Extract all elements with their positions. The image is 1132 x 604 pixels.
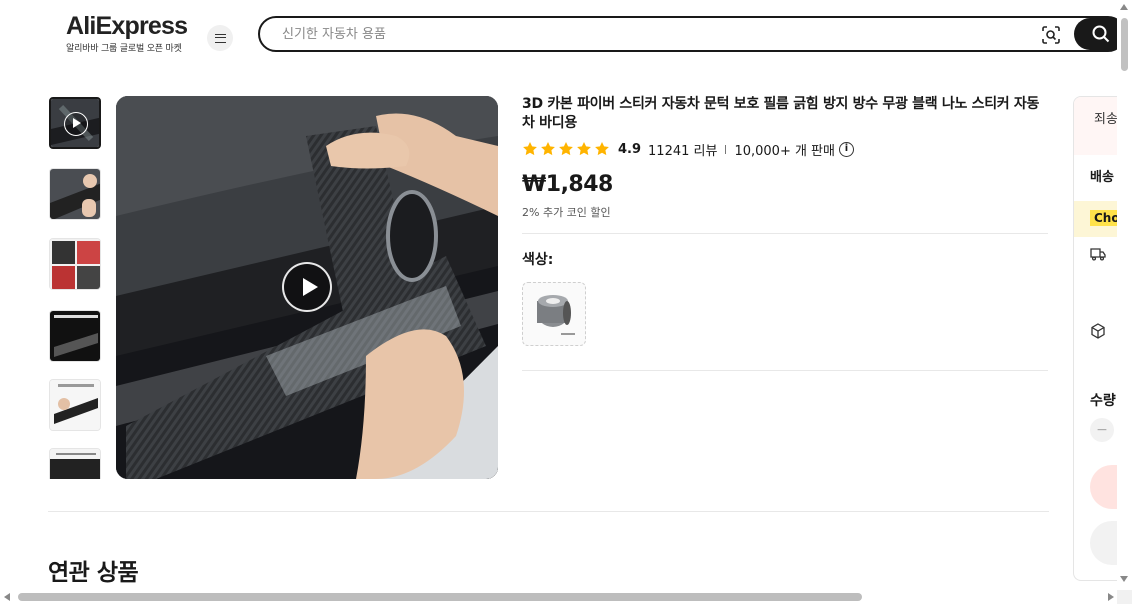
quantity-decrease-button[interactable]: −	[1090, 418, 1114, 442]
search-bar	[258, 16, 1128, 52]
divider	[522, 370, 1048, 371]
coin-discount-note: 2% 추가 코인 할인	[522, 206, 611, 219]
play-icon	[64, 112, 88, 136]
thumbnail-image-3[interactable]	[49, 238, 101, 290]
vertical-scrollbar[interactable]	[1117, 0, 1132, 590]
review-count-link[interactable]: 11241 리뷰	[648, 140, 717, 159]
color-option-tape-roll[interactable]	[522, 282, 586, 346]
quantity-label: 수량	[1090, 393, 1116, 409]
thumbnail-image	[50, 311, 100, 361]
scroll-right-arrow-icon[interactable]	[1108, 593, 1114, 601]
thumbnail-image-4[interactable]	[49, 310, 101, 362]
rating-row: 4.9 11241 리뷰 10,000+ 개 판매 i	[522, 140, 854, 159]
star-icon	[577, 142, 591, 156]
logo-text: AliExpress	[66, 12, 188, 40]
horizontal-scrollbar[interactable]	[0, 590, 1132, 604]
scrollbar-corner	[1117, 590, 1132, 604]
hamburger-menu-button[interactable]	[207, 25, 233, 51]
thumbnail-image-2[interactable]	[49, 168, 101, 220]
star-icon	[559, 142, 573, 156]
thumbnail-image	[50, 380, 100, 430]
package-icon	[1091, 323, 1105, 339]
related-products-heading: 연관 상품	[48, 560, 139, 586]
logo-subtitle: 알리바바 그룹 글로벌 오픈 마켓	[66, 44, 182, 54]
divider	[48, 511, 1049, 512]
thumbnail-image	[50, 169, 100, 219]
main-product-video[interactable]	[116, 96, 498, 479]
tape-roll-image	[537, 295, 575, 335]
scroll-down-arrow-icon[interactable]	[1120, 576, 1128, 582]
thumbnail-video[interactable]	[49, 97, 101, 149]
aliexpress-logo[interactable]: AliExpress 알리바바 그룹 글로벌 오픈 마켓	[66, 12, 196, 54]
thumbnail-image	[50, 239, 100, 289]
horizontal-scroll-thumb[interactable]	[18, 593, 862, 601]
sold-count: 10,000+ 개 판매	[734, 143, 835, 159]
search-input[interactable]	[282, 24, 982, 44]
info-icon[interactable]: i	[838, 141, 854, 157]
thumbnail-image	[50, 449, 100, 479]
product-price: ₩1,848	[522, 172, 613, 197]
product-title: 3D 카본 파이버 스티커 자동차 문턱 보호 필름 긁힘 방지 방수 무광 블…	[522, 96, 1040, 131]
hamburger-menu-icon	[214, 33, 226, 43]
shipping-label: 배송	[1090, 170, 1114, 185]
separator	[725, 144, 727, 154]
thumbnail-list	[48, 96, 102, 479]
color-option-label: 색상:	[522, 252, 554, 268]
panel-notice-text: 죄송	[1094, 112, 1118, 127]
scroll-left-arrow-icon[interactable]	[4, 593, 10, 601]
rating-value: 4.9	[618, 141, 642, 157]
thumbnail-image-6[interactable]	[49, 448, 101, 479]
search-icon	[1092, 25, 1110, 43]
star-icon	[595, 142, 609, 156]
star-icon	[541, 142, 555, 156]
thumbnail-image-5[interactable]	[49, 379, 101, 431]
star-icon	[523, 142, 537, 156]
divider	[522, 233, 1048, 234]
truck-icon	[1090, 248, 1106, 261]
image-search-icon[interactable]	[1041, 25, 1061, 45]
rating-stars	[522, 141, 610, 157]
play-video-button[interactable]	[282, 262, 332, 312]
vertical-scroll-thumb[interactable]	[1121, 18, 1128, 71]
scroll-up-arrow-icon[interactable]	[1120, 4, 1128, 10]
